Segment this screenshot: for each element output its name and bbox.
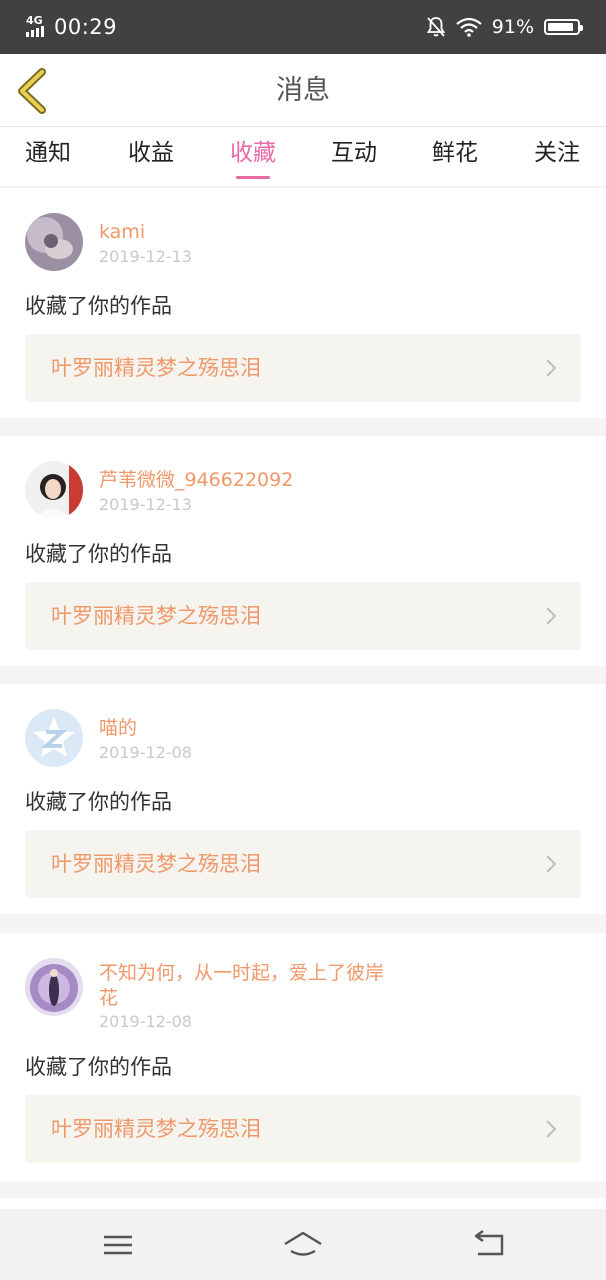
system-nav-bar <box>0 1209 606 1280</box>
wifi-icon <box>456 17 482 37</box>
mute-bell-icon <box>426 17 445 37</box>
message-card: kami 2019-12-13 收藏了你的作品 叶罗丽精灵梦之殇思泪 <box>0 188 606 418</box>
return-icon[interactable] <box>468 1227 508 1263</box>
home-icon[interactable] <box>283 1227 323 1263</box>
work-title: 叶罗丽精灵梦之殇思泪 <box>51 852 261 876</box>
tab-notifications[interactable]: 通知 <box>25 127 71 187</box>
chevron-right-icon <box>546 1120 557 1138</box>
message-card <box>0 1198 606 1209</box>
message-action: 收藏了你的作品 <box>25 1055 172 1079</box>
signal-icon: 4G <box>26 15 48 39</box>
avatar[interactable] <box>25 461 83 519</box>
message-action: 收藏了你的作品 <box>25 294 172 318</box>
tab-earnings[interactable]: 收益 <box>128 127 174 187</box>
work-link[interactable]: 叶罗丽精灵梦之殇思泪 <box>25 1095 581 1163</box>
work-link[interactable]: 叶罗丽精灵梦之殇思泪 <box>25 830 581 898</box>
message-action: 收藏了你的作品 <box>25 790 172 814</box>
tab-follows[interactable]: 关注 <box>534 127 580 187</box>
work-title: 叶罗丽精灵梦之殇思泪 <box>51 356 261 380</box>
message-date: 2019-12-13 <box>99 495 192 514</box>
menu-icon[interactable] <box>98 1227 138 1263</box>
nav-bar: 消息 <box>0 54 606 127</box>
work-title: 叶罗丽精灵梦之殇思泪 <box>51 1117 261 1141</box>
message-card: 不知为何，从一时起，爱上了彼岸花 2019-12-08 收藏了你的作品 叶罗丽精… <box>0 933 606 1181</box>
clock: 00:29 <box>54 15 118 39</box>
message-card: 喵的 2019-12-08 收藏了你的作品 叶罗丽精灵梦之殇思泪 <box>0 684 606 914</box>
tab-flowers[interactable]: 鲜花 <box>432 127 478 187</box>
username[interactable]: kami <box>99 220 145 245</box>
message-date: 2019-12-08 <box>99 743 192 762</box>
message-action: 收藏了你的作品 <box>25 542 172 566</box>
tab-favorites[interactable]: 收藏 <box>230 127 276 187</box>
avatar[interactable] <box>25 213 83 271</box>
chevron-right-icon <box>546 855 557 873</box>
chevron-right-icon <box>546 359 557 377</box>
avatar[interactable] <box>25 709 83 767</box>
message-card: 芦苇微微_946622092 2019-12-13 收藏了你的作品 叶罗丽精灵梦… <box>0 436 606 666</box>
work-link[interactable]: 叶罗丽精灵梦之殇思泪 <box>25 334 581 402</box>
message-date: 2019-12-08 <box>99 1012 192 1031</box>
tab-bar: 通知 收益 收藏 互动 鲜花 关注 <box>0 127 606 187</box>
chevron-right-icon <box>546 607 557 625</box>
message-date: 2019-12-13 <box>99 247 192 266</box>
avatar[interactable] <box>25 958 83 1016</box>
work-link[interactable]: 叶罗丽精灵梦之殇思泪 <box>25 582 581 650</box>
username[interactable]: 喵的 <box>99 716 137 741</box>
status-bar: 4G 00:29 91% <box>0 0 606 54</box>
username[interactable]: 芦苇微微_946622092 <box>99 468 293 493</box>
work-title: 叶罗丽精灵梦之殇思泪 <box>51 604 261 628</box>
battery-percent: 91% <box>491 16 534 38</box>
page-title: 消息 <box>276 75 330 106</box>
battery-icon <box>544 19 583 35</box>
tab-interactions[interactable]: 互动 <box>331 127 377 187</box>
username[interactable]: 不知为何，从一时起，爱上了彼岸花 <box>99 961 399 1011</box>
